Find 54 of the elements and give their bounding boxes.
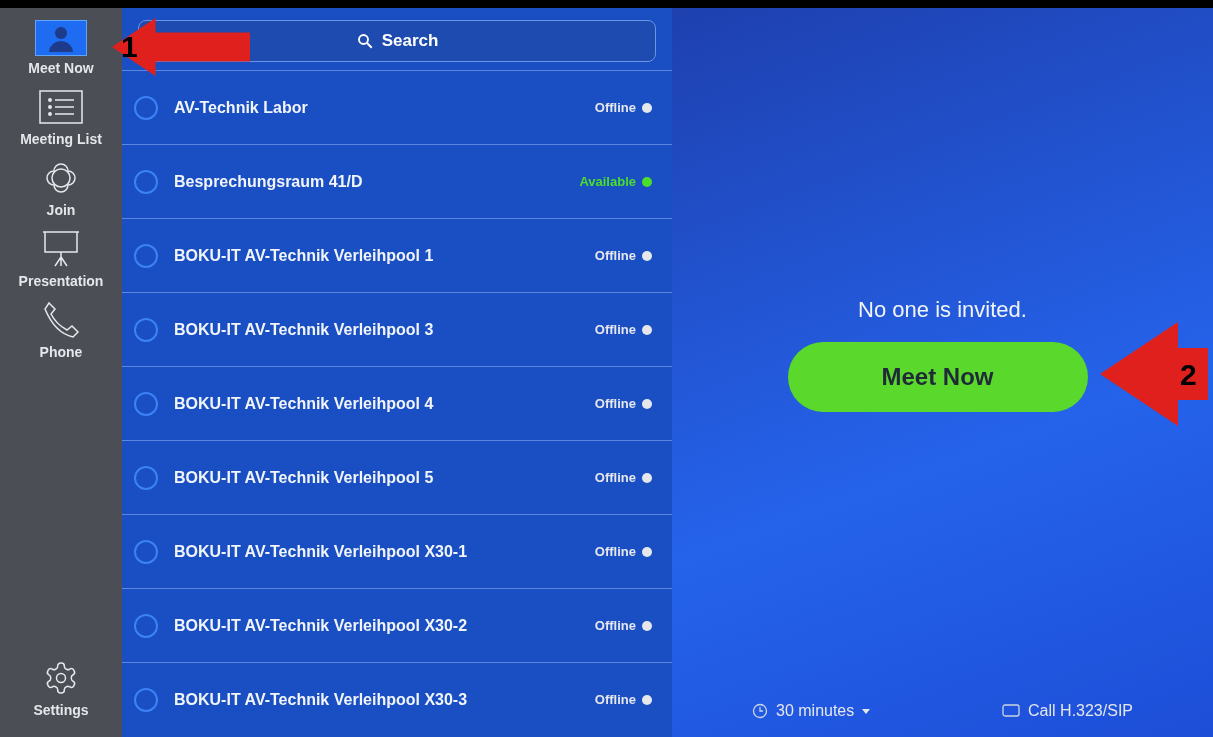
room-name: BOKU-IT AV-Technik Verleihpool 3	[174, 319, 434, 340]
radio-button[interactable]	[134, 539, 158, 564]
status-label: Offline	[594, 246, 636, 265]
room-name: BOKU-IT AV-Technik Verleihpool 5	[174, 467, 434, 488]
radio-button[interactable]	[134, 687, 158, 712]
sidebar-item[interactable]: Phone	[35, 296, 87, 367]
room-row[interactable]: BOKU-IT AV-Technik Verleihpool X30-2 Offline	[122, 588, 672, 662]
status-label: Offline	[594, 98, 636, 117]
presentation-board-icon	[40, 229, 82, 269]
room-name: BOKU-IT AV-Technik Verleihpool X30-1	[174, 541, 468, 562]
search-icon	[355, 32, 374, 50]
room-row[interactable]: BOKU-IT AV-Technik Verleihpool X30-3 Offline	[122, 662, 672, 736]
radio-button[interactable]	[134, 169, 158, 194]
sidebar-item[interactable]: Join	[35, 154, 87, 225]
room-name: BOKU-IT AV-Technik Verleihpool 1	[174, 245, 434, 266]
room-row[interactable]: BOKU-IT AV-Technik Verleihpool X30-1 Offline	[122, 514, 672, 588]
radio-button[interactable]	[134, 243, 158, 268]
room-row[interactable]: BOKU-IT AV-Technik Verleihpool 3 Offline	[122, 292, 672, 366]
caret-icon	[862, 707, 871, 715]
invite-message: No one is invited.	[858, 296, 1027, 324]
room-row[interactable]: BOKU-IT AV-Technik Verleihpool 4 Offline	[122, 366, 672, 440]
room-row[interactable]: BOKU-IT AV-Technik Verleihpool 5 Offline	[122, 440, 672, 514]
sidebar-item[interactable]: Meet Now	[28, 16, 94, 83]
phone-icon	[41, 300, 81, 340]
meet-now-button[interactable]: Meet Now	[787, 342, 1088, 412]
room-name: BOKU-IT AV-Technik Verleihpool X30-2	[174, 615, 468, 636]
status-label: Offline	[594, 542, 636, 561]
room-row[interactable]: BOKU-IT AV-Technik Verleihpool 1 Offline	[122, 218, 672, 292]
annotation-number: 1	[121, 29, 138, 65]
status-label: Available	[579, 172, 636, 191]
radio-button[interactable]	[134, 317, 158, 342]
status-label: Offline	[594, 320, 636, 339]
sidebar-item[interactable]: Settings	[33, 654, 89, 725]
clock-icon	[752, 703, 768, 719]
room-name: Besprechungsraum 41/D	[174, 171, 363, 192]
duration-dropdown[interactable]: 30 minutes	[752, 699, 871, 723]
radio-button[interactable]	[134, 95, 158, 120]
radio-button[interactable]	[134, 391, 158, 416]
radio-button[interactable]	[134, 465, 158, 490]
status-label: Offline	[594, 690, 636, 709]
call-protocol-button[interactable]: Call H.323/SIP	[1002, 699, 1133, 723]
sidebar-item[interactable]: Meeting List	[20, 83, 102, 154]
room-name: BOKU-IT AV-Technik Verleihpool 4	[174, 393, 434, 414]
status-label: Offline	[594, 394, 636, 413]
status-label: Offline	[594, 616, 636, 635]
room-name: AV-Technik Labor	[174, 97, 308, 118]
radio-button[interactable]	[134, 613, 158, 638]
room-row[interactable]: Besprechungsraum 41/D Available	[122, 144, 672, 218]
status-label: Offline	[594, 468, 636, 487]
list-icon	[37, 89, 85, 125]
screen-icon	[1002, 704, 1021, 718]
sidebar-item[interactable]: Presentation	[18, 225, 104, 296]
room-name: BOKU-IT AV-Technik Verleihpool X30-3	[174, 689, 468, 710]
annotation-number: 2	[1180, 357, 1197, 393]
